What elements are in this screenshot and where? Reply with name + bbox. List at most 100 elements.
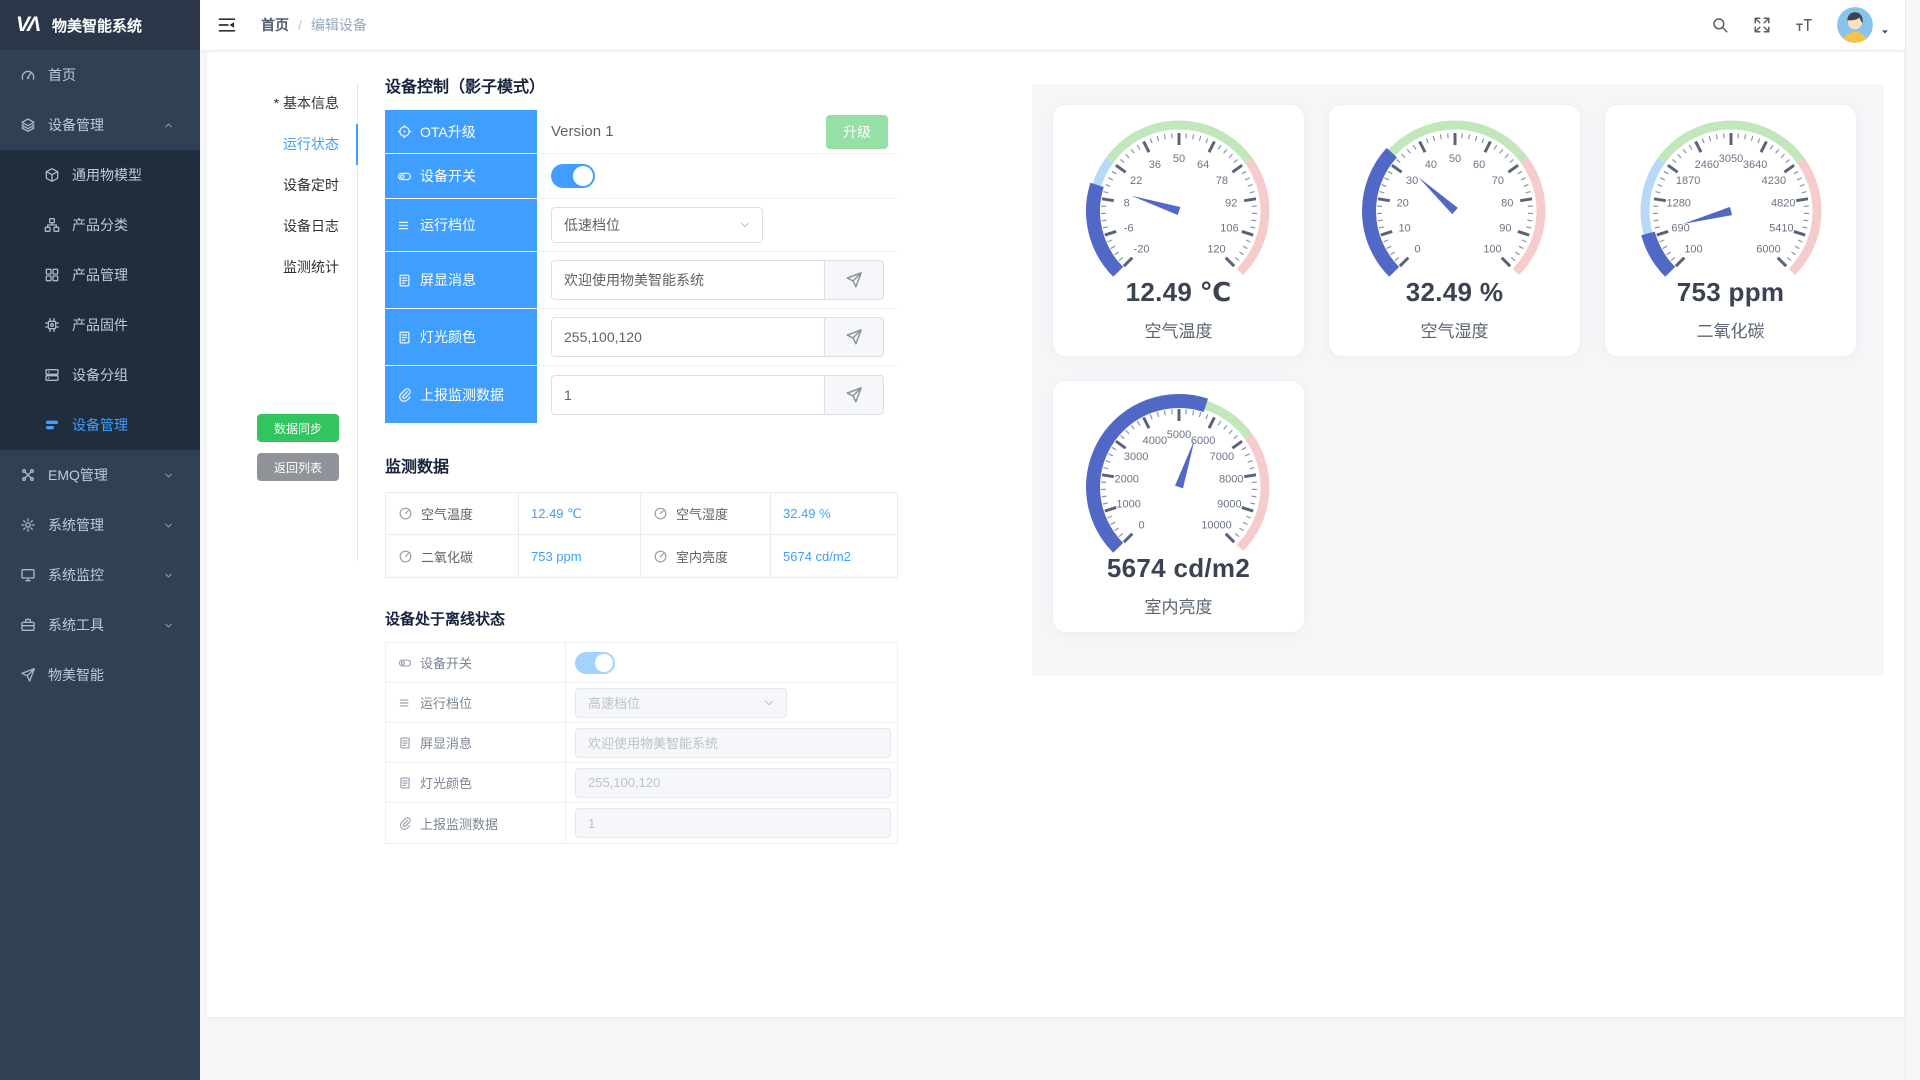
gauge-card: 010203040506070809010032.49 %空气湿度: [1328, 104, 1581, 357]
shadow-row-label-text: 灯光颜色: [420, 327, 476, 347]
shadow-row: 设备开关: [385, 154, 898, 199]
svg-text:100: 100: [1483, 244, 1501, 256]
svg-text:36: 36: [1148, 159, 1160, 171]
gauge-chart: 0102030405060708090100: [1345, 115, 1565, 283]
sidebar-subitem[interactable]: 设备管理: [0, 400, 200, 450]
svg-text:9000: 9000: [1217, 498, 1241, 510]
avatar[interactable]: [1837, 7, 1873, 43]
sidebar-item[interactable]: 物美智能: [0, 650, 200, 700]
shadow-row-label: 上报监测数据: [385, 366, 537, 423]
font-size-icon[interactable]: [1795, 16, 1813, 34]
gauge-card: -20-6822365064789210612012.49 ℃空气温度: [1052, 104, 1305, 357]
offline-row-control: [566, 803, 897, 843]
svg-text:1000: 1000: [1116, 498, 1140, 510]
select-value: 高速档位: [588, 693, 640, 712]
breadcrumb-current: 编辑设备: [311, 15, 367, 35]
monitor-data-table: 空气温度12.49 ℃空气湿度32.49 %二氧化碳753 ppm室内亮度567…: [385, 492, 898, 578]
gauge-card: 1006901280187024603050364042304820541060…: [1604, 104, 1857, 357]
tab-item[interactable]: * 基本信息: [207, 83, 357, 124]
offline-row-label-text: 屏显消息: [420, 733, 472, 752]
offline-row-label: 设备开关: [386, 643, 566, 682]
gauge-value: 5674 cd/m2: [1107, 553, 1250, 584]
svg-text:0: 0: [1138, 520, 1144, 532]
disabled-input: [575, 768, 891, 798]
switch-icon: [397, 169, 412, 184]
sidebar-item[interactable]: 系统管理: [0, 500, 200, 550]
doc-icon: [398, 776, 412, 790]
gauge-icon: [653, 549, 668, 564]
gauge-icon: [398, 549, 413, 564]
offline-row: 灯光颜色: [386, 763, 897, 803]
sidebar-subitem[interactable]: 产品固件: [0, 300, 200, 350]
svg-text:2000: 2000: [1114, 474, 1138, 486]
content-panel: * 基本信息运行状态设备定时设备日志监测统计 数据同步返回列表 设备控制（影子模…: [207, 51, 1904, 1017]
page-scrollbar[interactable]: [1905, 0, 1920, 1080]
tab-item[interactable]: 监测统计: [207, 247, 357, 288]
tab-label: 监测统计: [283, 259, 339, 275]
monitor-value-text: 5674 cd/m2: [783, 549, 851, 564]
sidebar-item[interactable]: 首页: [0, 50, 200, 100]
sidebar-subitem[interactable]: 产品分类: [0, 200, 200, 250]
run-gear-select[interactable]: 低速档位: [551, 207, 763, 243]
sidebar-subitem[interactable]: 产品管理: [0, 250, 200, 300]
monitor-value: 753 ppm: [519, 535, 641, 577]
text-input[interactable]: [551, 260, 824, 300]
shadow-row-value: [537, 252, 898, 309]
header-actions: [1711, 7, 1920, 43]
sidebar: VΛ 物美智能系统 首页设备管理通用物模型产品分类产品管理产品固件设备分组设备管…: [0, 0, 200, 1080]
svg-text:8000: 8000: [1219, 474, 1243, 486]
svg-text:3640: 3640: [1742, 159, 1766, 171]
svg-text:8: 8: [1123, 198, 1129, 210]
back-to-list-button[interactable]: 返回列表: [257, 453, 339, 481]
send-button[interactable]: [824, 375, 884, 415]
user-menu[interactable]: [1837, 7, 1890, 43]
offline-row-label: 运行档位: [386, 683, 566, 722]
svg-text:3050: 3050: [1718, 153, 1742, 165]
collapse-sidebar-icon[interactable]: [217, 15, 237, 35]
data-sync-button[interactable]: 数据同步: [257, 414, 339, 442]
app-title: 物美智能系统: [52, 15, 142, 36]
tab-label: 设备日志: [283, 218, 339, 234]
upgrade-button[interactable]: 升级: [826, 115, 888, 149]
gauge-title: 空气温度: [1145, 317, 1213, 342]
dashboard-icon: [20, 67, 36, 83]
sidebar-item-label: 系统工具: [48, 615, 104, 635]
svg-text:1870: 1870: [1675, 175, 1699, 187]
chevron-up-icon: [163, 120, 174, 131]
text-input[interactable]: [551, 375, 824, 415]
gauge-icon: [398, 506, 413, 521]
svg-text:40: 40: [1424, 159, 1436, 171]
tab-item[interactable]: 设备日志: [207, 206, 357, 247]
sidebar-subitem[interactable]: 设备分组: [0, 350, 200, 400]
bars-icon: [44, 417, 60, 433]
app-logo: VΛ 物美智能系统: [0, 0, 200, 50]
doc-icon: [397, 330, 412, 345]
tab-item[interactable]: 设备定时: [207, 165, 357, 206]
sidebar-item[interactable]: 系统工具: [0, 600, 200, 650]
send-button[interactable]: [824, 260, 884, 300]
send-button[interactable]: [824, 317, 884, 357]
monitor-label-text: 室内亮度: [676, 547, 728, 566]
sidebar-subitem[interactable]: 通用物模型: [0, 150, 200, 200]
svg-text:50: 50: [1172, 153, 1184, 165]
sidebar-item[interactable]: EMQ管理: [0, 450, 200, 500]
search-icon[interactable]: [1711, 16, 1729, 34]
device-switch-toggle[interactable]: [551, 164, 595, 188]
disabled-input: [575, 808, 891, 838]
monitor-label-text: 二氧化碳: [421, 547, 473, 566]
sidebar-item[interactable]: 系统监控: [0, 550, 200, 600]
svg-text:80: 80: [1501, 198, 1513, 210]
input-send-group: [551, 260, 884, 300]
breadcrumb-home[interactable]: 首页: [261, 15, 289, 35]
svg-text:60: 60: [1472, 159, 1484, 171]
sidebar-item[interactable]: 设备管理: [0, 100, 200, 150]
text-input[interactable]: [551, 317, 824, 357]
tab-run-status[interactable]: 运行状态: [207, 124, 357, 165]
fullscreen-icon[interactable]: [1753, 16, 1771, 34]
sidebar-subitem-label: 产品固件: [72, 315, 128, 335]
shadow-row-value: Version 1升级: [537, 110, 898, 154]
sidebar-submenu: 通用物模型产品分类产品管理产品固件设备分组设备管理: [0, 150, 200, 450]
sidebar-item-label: 设备管理: [48, 115, 104, 135]
svg-text:10000: 10000: [1201, 520, 1232, 532]
gauge-value: 753 ppm: [1677, 277, 1785, 308]
